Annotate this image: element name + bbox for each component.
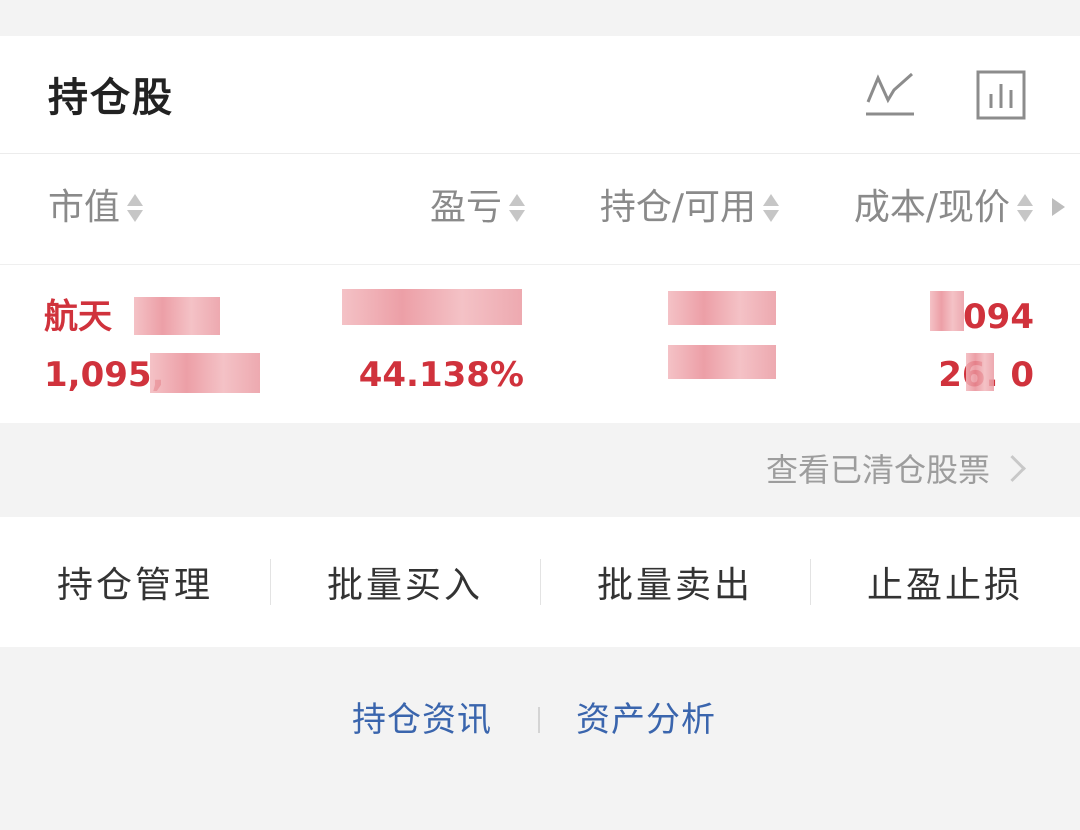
take-profit-stop-loss-button[interactable]: 止盈止损 — [810, 517, 1080, 647]
profit-loss-percent: 44.138% — [358, 355, 524, 395]
column-label-profit-loss: 盈亏 — [429, 187, 502, 228]
redacted-name — [134, 297, 220, 335]
redacted-price — [966, 353, 994, 391]
batch-sell-button[interactable]: 批量卖出 — [540, 517, 810, 647]
position-management-button[interactable]: 持仓管理 — [0, 517, 270, 647]
action-bar: 持仓管理 批量买入 批量卖出 止盈止损 — [0, 517, 1080, 647]
redacted-position — [668, 291, 776, 325]
sort-icon — [762, 191, 780, 225]
sort-market-value[interactable]: 市值 — [48, 184, 144, 232]
column-header-row: 市值 盈亏 持仓/可用 成本/现价 — [0, 154, 1080, 265]
batch-buy-button[interactable]: 批量买入 — [270, 517, 540, 647]
market-value: 1,095, — [44, 355, 165, 395]
redacted-available — [668, 345, 776, 379]
sort-profit-loss[interactable]: 盈亏 — [430, 184, 526, 232]
sort-icon — [508, 191, 526, 225]
scroll-right-icon[interactable] — [1052, 198, 1065, 216]
sort-icon — [1016, 191, 1034, 225]
bottom-links: 持仓资讯 资产分析 — [0, 647, 1080, 830]
holding-row[interactable]: 航天 1,095, 44.138% 094 26. 0 — [0, 265, 1080, 423]
holding-news-link[interactable]: 持仓资讯 — [352, 697, 492, 743]
sort-cost-price[interactable]: 成本/现价 — [854, 184, 1034, 232]
cost-price: 094 — [963, 297, 1034, 337]
column-label-market-value: 市值 — [48, 187, 121, 228]
bar-chart-icon[interactable] — [976, 70, 1026, 120]
divider — [538, 707, 540, 733]
asset-analysis-link[interactable]: 资产分析 — [576, 697, 716, 743]
holdings-header: 持仓股 — [0, 36, 1080, 154]
page-title: 持仓股 — [48, 75, 174, 121]
sort-icon — [126, 191, 144, 225]
stock-name: 航天 — [44, 297, 112, 337]
chevron-right-icon — [999, 455, 1026, 482]
sort-position[interactable]: 持仓/可用 — [600, 184, 780, 232]
cleared-stocks-bar: 查看已清仓股票 — [0, 423, 1080, 517]
column-label-position: 持仓/可用 — [599, 187, 756, 228]
view-cleared-stocks-link[interactable]: 查看已清仓股票 — [766, 447, 990, 493]
trend-line-icon[interactable] — [864, 70, 916, 120]
redacted-profit-loss — [342, 289, 522, 325]
top-spacer — [0, 0, 1080, 36]
redacted-cost — [930, 291, 964, 331]
redacted-market-value — [150, 353, 260, 393]
column-label-cost-price: 成本/现价 — [853, 187, 1010, 228]
